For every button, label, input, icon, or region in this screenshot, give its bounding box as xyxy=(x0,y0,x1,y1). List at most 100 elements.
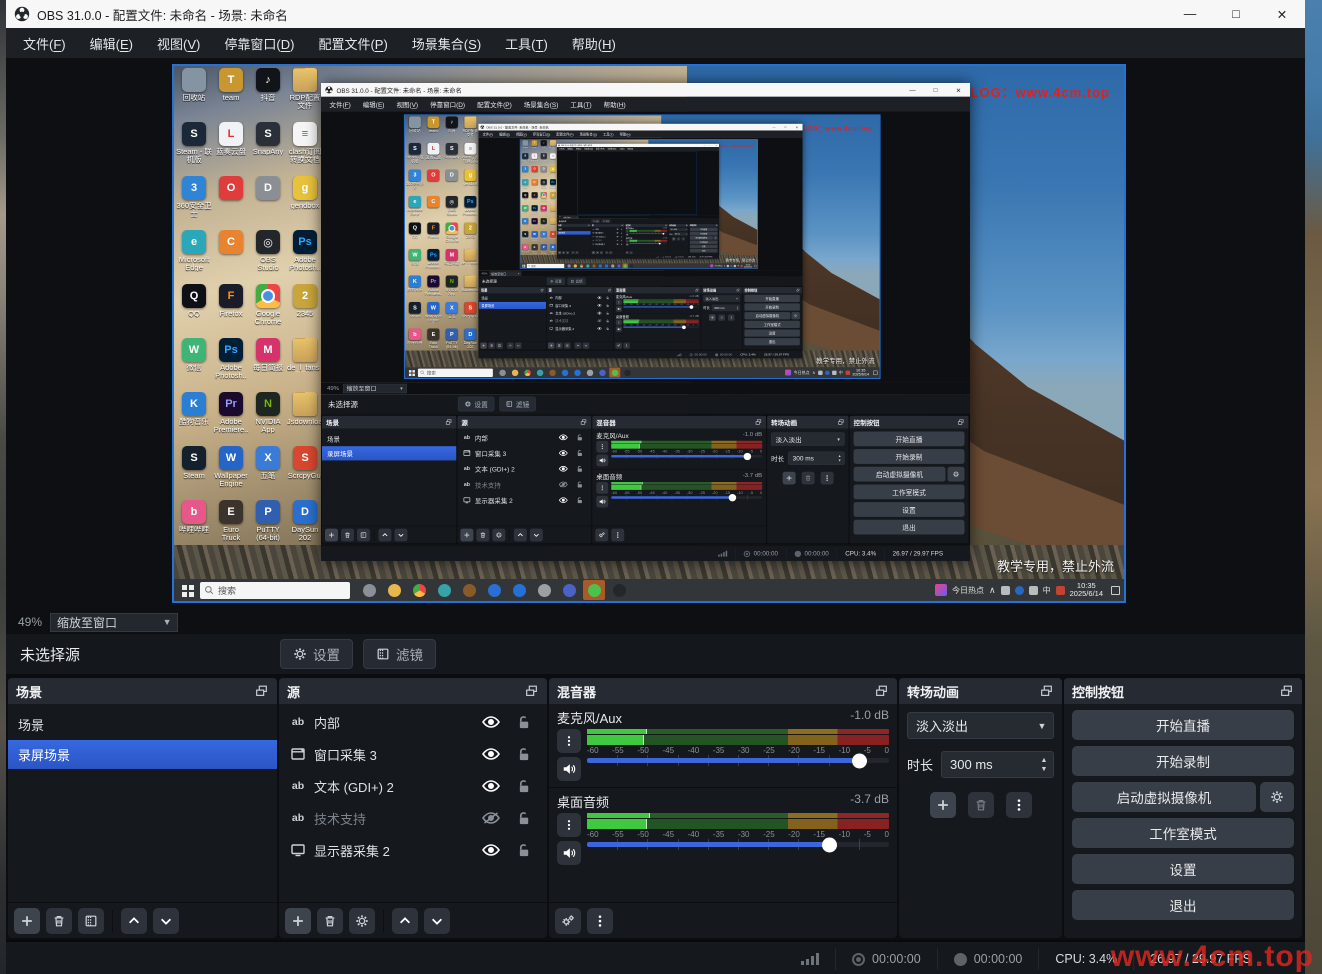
source-item-2[interactable]: ab文本 (GDI+) 2 xyxy=(279,770,547,802)
menu-item-1[interactable]: 编辑(E) xyxy=(79,30,144,57)
filter-icon xyxy=(376,647,390,661)
stream-timer-icon xyxy=(852,953,865,966)
remove-scene-button[interactable] xyxy=(46,908,72,934)
source-properties-button[interactable]: 设置 xyxy=(280,639,353,669)
scene-item-selected[interactable]: 录屏场景 xyxy=(8,740,277,769)
visibility-eye-icon[interactable] xyxy=(478,748,504,760)
channel-db: -1.0 dB xyxy=(850,708,889,727)
sources-dock: 源 ab内部窗口采集 3ab文本 (GDI+) 2ab技术支持显示器采集 2 xyxy=(279,678,547,938)
scene-down-button[interactable] xyxy=(153,908,179,934)
close-button[interactable]: ✕ xyxy=(1259,0,1305,28)
popout-icon[interactable] xyxy=(254,684,269,698)
mixer-dock: 混音器 麦克风/Aux-1.0 dB-60-55-50-45-40-35-30-… xyxy=(549,678,897,938)
volume-slider[interactable] xyxy=(587,758,889,763)
visibility-eye-icon[interactable] xyxy=(478,780,504,792)
mute-speaker-button[interactable] xyxy=(557,841,581,865)
watermark-text: www.4cm.top xyxy=(1111,940,1314,974)
selected-source-row: 未选择源 设置 滤镜 xyxy=(6,634,1305,676)
lock-icon[interactable] xyxy=(511,715,537,730)
menu-item-7[interactable]: 帮助(H) xyxy=(561,30,627,57)
virtualcam-config-button[interactable] xyxy=(1260,782,1294,812)
chevron-down-icon: ▼ xyxy=(1031,721,1053,731)
menu-item-5[interactable]: 场景集合(S) xyxy=(401,30,492,57)
source-item-1[interactable]: 窗口采集 3 xyxy=(279,738,547,770)
mixer-dock-title: 混音器 xyxy=(557,682,596,701)
advanced-audio-button[interactable] xyxy=(555,908,581,934)
source-properties-toolbutton[interactable] xyxy=(349,908,375,934)
scene-item[interactable]: 场景 xyxy=(8,710,277,739)
menu-item-6[interactable]: 工具(T) xyxy=(494,30,559,57)
source-item-0[interactable]: ab内部 xyxy=(279,706,547,738)
preview-zoom-row: 49% 缩放至窗口 ▼ xyxy=(6,610,1305,634)
spin-up-icon: ▲ xyxy=(1041,757,1048,764)
scenes-dock: 场景 场景 录屏场景 xyxy=(8,678,277,938)
transitions-dock-title: 转场动画 xyxy=(907,682,959,701)
transition-select[interactable]: 淡入淡出▼ xyxy=(907,712,1054,739)
popout-icon[interactable] xyxy=(524,684,539,698)
channel-name: 麦克风/Aux xyxy=(557,708,622,727)
duration-spinbox[interactable]: 300 ms ▲▼ xyxy=(941,751,1054,778)
stream-time: 00:00:00 xyxy=(872,952,921,966)
visibility-eye-icon[interactable] xyxy=(478,716,504,728)
remove-source-button[interactable] xyxy=(317,908,343,934)
transition-menu-button[interactable] xyxy=(1006,792,1032,818)
menu-item-4[interactable]: 配置文件(P) xyxy=(307,30,398,57)
obs-main-window: OBS 31.0.0 - 配置文件: 未命名 - 场景: 未命名 — □ ✕ 文… xyxy=(6,0,1305,974)
maximize-button[interactable]: □ xyxy=(1213,0,1259,28)
menu-item-0[interactable]: 文件(F) xyxy=(12,30,77,57)
obs-main-window: OBS 31.0.0 - 配置文件: 未命名 - 场景: 未命名 — □ ✕ 文… xyxy=(557,144,719,259)
source-item-3[interactable]: ab技术支持 xyxy=(279,802,547,834)
start-virtualcam-button[interactable]: 启动虚拟摄像机 xyxy=(1072,782,1256,812)
visibility-eye-icon[interactable] xyxy=(478,844,504,856)
add-scene-button[interactable] xyxy=(14,908,40,934)
mixer-channel-1: 桌面音频-3.7 dB-60-55-50-45-40-35-30-25-20-1… xyxy=(549,788,897,865)
source-down-button[interactable] xyxy=(424,908,450,934)
mixer-channel-0: 麦克风/Aux-1.0 dB-60-55-50-45-40-35-30-25-2… xyxy=(549,704,897,788)
visibility-eye-icon[interactable] xyxy=(478,812,504,824)
source-item-4[interactable]: 显示器采集 2 xyxy=(279,834,547,866)
start-recording-button[interactable]: 开始录制 xyxy=(1072,746,1294,776)
titlebar[interactable]: OBS 31.0.0 - 配置文件: 未命名 - 场景: 未命名 — □ ✕ xyxy=(6,0,1305,28)
mute-speaker-button[interactable] xyxy=(557,757,581,781)
controls-dock-title: 控制按钮 xyxy=(1072,682,1124,701)
popout-icon[interactable] xyxy=(1279,684,1294,698)
minimize-button[interactable]: — xyxy=(1167,0,1213,28)
record-time: 00:00:00 xyxy=(974,952,1023,966)
lock-icon[interactable] xyxy=(511,779,537,794)
scene-up-button[interactable] xyxy=(121,908,147,934)
channel-name: 桌面音频 xyxy=(557,792,609,811)
lock-icon[interactable] xyxy=(511,811,537,826)
channel-menu-button[interactable] xyxy=(557,729,581,753)
scene-filters-button[interactable] xyxy=(78,908,104,934)
zoom-mode-dropdown[interactable]: 缩放至窗口 ▼ xyxy=(50,613,178,632)
start-streaming-button[interactable]: 开始直播 xyxy=(1072,710,1294,740)
exit-button[interactable]: 退出 xyxy=(1072,890,1294,920)
network-signal-icon xyxy=(785,953,835,965)
menu-item-2[interactable]: 视图(V) xyxy=(146,30,211,57)
volume-slider[interactable] xyxy=(587,842,889,847)
gear-icon xyxy=(293,647,307,661)
channel-menu-button[interactable] xyxy=(557,813,581,837)
add-transition-button[interactable] xyxy=(930,792,956,818)
channel-db: -3.7 dB xyxy=(850,792,889,811)
preview-canvas[interactable]: BLOG：www.4cm.top教学专用，禁止外流回收站Tteam♪抖音RDP配… xyxy=(6,58,1305,610)
menubar: 文件(F)编辑(E)视图(V)停靠窗口(D)配置文件(P)场景集合(S)工具(T… xyxy=(6,28,1305,58)
obs-main-window: OBS 31.0.0 - 配置文件: 未命名 - 场景: 未命名 — □ ✕ 文… xyxy=(321,83,970,561)
lock-icon[interactable] xyxy=(511,747,537,762)
settings-button[interactable]: 设置 xyxy=(1072,854,1294,884)
dock-area: 场景 场景 录屏场景 源 ab内部窗口采集 3ab文本 (GDI+) 2ab技术… xyxy=(6,676,1305,940)
popout-icon[interactable] xyxy=(1039,684,1054,698)
scenes-dock-title: 场景 xyxy=(16,682,42,701)
mixer-menu-button[interactable] xyxy=(587,908,613,934)
add-source-button[interactable] xyxy=(285,908,311,934)
preview-desktop-capture: BLOG：www.4cm.top教学专用，禁止外流回收站Tteam♪抖音RDP配… xyxy=(172,64,1126,603)
source-filters-button[interactable]: 滤镜 xyxy=(363,639,436,669)
studio-mode-button[interactable]: 工作室模式 xyxy=(1072,818,1294,848)
source-up-button[interactable] xyxy=(392,908,418,934)
popout-icon[interactable] xyxy=(874,684,889,698)
lock-icon[interactable] xyxy=(511,843,537,858)
menu-item-3[interactable]: 停靠窗口(D) xyxy=(213,30,305,57)
window-title: OBS 31.0.0 - 配置文件: 未命名 - 场景: 未命名 xyxy=(37,5,288,24)
remove-transition-button[interactable] xyxy=(968,792,994,818)
record-timer-icon xyxy=(954,953,967,966)
